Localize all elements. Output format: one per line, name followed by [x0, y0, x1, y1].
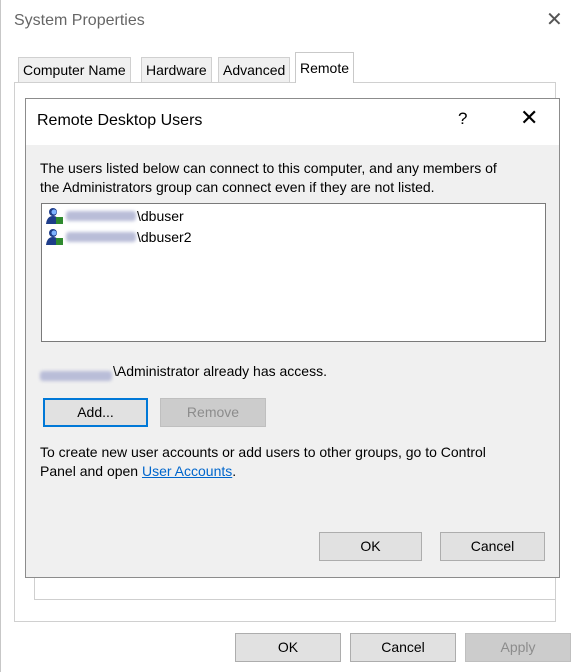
tab-remote[interactable]: Remote: [295, 52, 355, 83]
cancel-button[interactable]: Cancel: [350, 633, 456, 662]
users-listbox[interactable]: \dbuser \dbuser2: [41, 203, 546, 342]
tab-hardware[interactable]: Hardware: [141, 57, 212, 82]
redacted-domain: [40, 371, 112, 381]
info-line-2: Panel and open User Accounts.: [40, 462, 555, 481]
window-close-icon[interactable]: ✕: [546, 8, 563, 32]
remote-desktop-users-dialog: Remote Desktop Users ? ✕ The users liste…: [25, 98, 560, 578]
window-title: System Properties: [14, 12, 145, 29]
info-line-2-prefix: Panel and open: [40, 463, 142, 479]
remote-tab-groupbox: [34, 575, 556, 600]
info-suffix: .: [232, 463, 237, 479]
remove-button[interactable]: Remove: [160, 398, 266, 427]
list-item[interactable]: \dbuser: [44, 206, 344, 226]
dialog-close-icon[interactable]: ✕: [520, 106, 538, 130]
list-item[interactable]: \dbuser2: [44, 227, 344, 247]
help-icon[interactable]: ?: [458, 109, 467, 129]
user-name: \dbuser: [137, 208, 184, 224]
user-name: \dbuser2: [137, 229, 192, 245]
ok-button[interactable]: OK: [235, 633, 341, 662]
user-icon: [46, 208, 63, 224]
redacted-domain: [66, 211, 136, 221]
tab-advanced[interactable]: Advanced: [218, 57, 291, 82]
info-text: To create new user accounts or add users…: [40, 443, 555, 481]
user-accounts-link[interactable]: User Accounts: [142, 463, 232, 479]
user-icon: [46, 229, 63, 245]
access-status-text: \Administrator already has access.: [113, 363, 327, 379]
description-line-2: the Administrators group can connect eve…: [40, 179, 435, 195]
add-button[interactable]: Add...: [43, 398, 148, 427]
apply-button[interactable]: Apply: [465, 633, 571, 662]
tab-computer-name[interactable]: Computer Name: [18, 57, 131, 82]
dialog-cancel-button[interactable]: Cancel: [440, 532, 545, 561]
info-line-1: To create new user accounts or add users…: [40, 444, 486, 460]
dialog-ok-button[interactable]: OK: [319, 532, 422, 561]
dialog-description: The users listed below can connect to th…: [40, 159, 550, 197]
window-border: [0, 0, 1, 672]
redacted-domain: [66, 232, 136, 242]
description-line-1: The users listed below can connect to th…: [40, 160, 497, 176]
dialog-title: Remote Desktop Users: [37, 112, 203, 129]
